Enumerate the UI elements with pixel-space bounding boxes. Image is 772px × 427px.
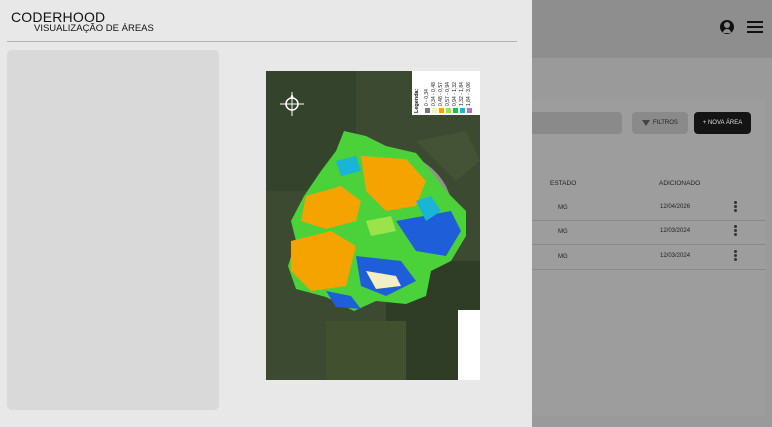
legend-title: Legenda: (414, 88, 420, 113)
row-date: 12/03/2024 (660, 228, 691, 234)
search-input[interactable] (532, 112, 622, 134)
row-state: MG (558, 205, 568, 211)
legend-label: 0,94 - 1,32 (452, 82, 458, 106)
area-details-card (7, 50, 219, 410)
legend-swatch (459, 108, 465, 113)
more-options-icon[interactable] (734, 225, 737, 237)
row-state: MG (558, 254, 568, 260)
legend-item: 0,34 - 0,48 (431, 82, 437, 113)
funnel-icon (642, 120, 651, 126)
legend-label: 0 - 0,34 (424, 89, 430, 106)
legend-swatch (445, 108, 451, 113)
legend-swatch (438, 108, 444, 113)
legend-item: 0,48 - 0,57 (438, 82, 444, 113)
map-info-box (458, 310, 480, 380)
compass-rose-icon (280, 92, 304, 116)
column-header-added: ADICIONADO (659, 180, 701, 187)
legend-label: 0,34 - 0,48 (431, 82, 437, 106)
legend-item: 0,57 - 0,94 (445, 82, 451, 113)
legend-swatch (424, 108, 430, 113)
row-date: 12/04/2026 (660, 204, 691, 210)
drawer-subtitle: VISUALIZAÇÃO DE ÁREAS (34, 23, 154, 34)
more-options-icon[interactable] (734, 201, 737, 213)
row-date: 12/03/2024 (660, 253, 691, 259)
legend-item: 1,32 - 1,84 (459, 82, 465, 113)
new-area-button[interactable]: + NOVA ÁREA (694, 112, 751, 134)
legend-label: 1,84 - 3,06 (466, 82, 472, 106)
legend-label: 1,32 - 1,84 (459, 82, 465, 106)
map-legend: Legenda: 0 - 0,34 0,34 - 0,48 0,48 - 0,5… (412, 71, 480, 115)
legend-swatch (431, 108, 437, 113)
legend-item: 0,94 - 1,32 (452, 82, 458, 113)
legend-item: 0 - 0,34 (424, 89, 430, 113)
user-account-icon[interactable] (720, 20, 734, 34)
legend-label: 0,48 - 0,57 (438, 82, 444, 106)
more-options-icon[interactable] (734, 250, 737, 262)
legend-swatch (466, 108, 472, 113)
new-area-button-label: + NOVA ÁREA (702, 120, 743, 126)
hamburger-menu-icon[interactable] (747, 20, 763, 34)
header-divider (7, 41, 517, 42)
filter-button[interactable]: FILTROS (632, 112, 688, 134)
legend-label: 0,57 - 0,94 (445, 82, 451, 106)
legend-swatch (452, 108, 458, 113)
table-row[interactable]: MG 12/03/2024 (532, 220, 766, 245)
table-row[interactable]: MG 12/03/2024 (532, 245, 766, 270)
table-row[interactable]: MG 12/04/2026 (532, 196, 766, 221)
legend-item: 1,84 - 3,06 (466, 82, 472, 113)
row-state: MG (558, 229, 568, 235)
column-header-state: ESTADO (550, 180, 577, 187)
filter-button-label: FILTROS (653, 120, 678, 126)
